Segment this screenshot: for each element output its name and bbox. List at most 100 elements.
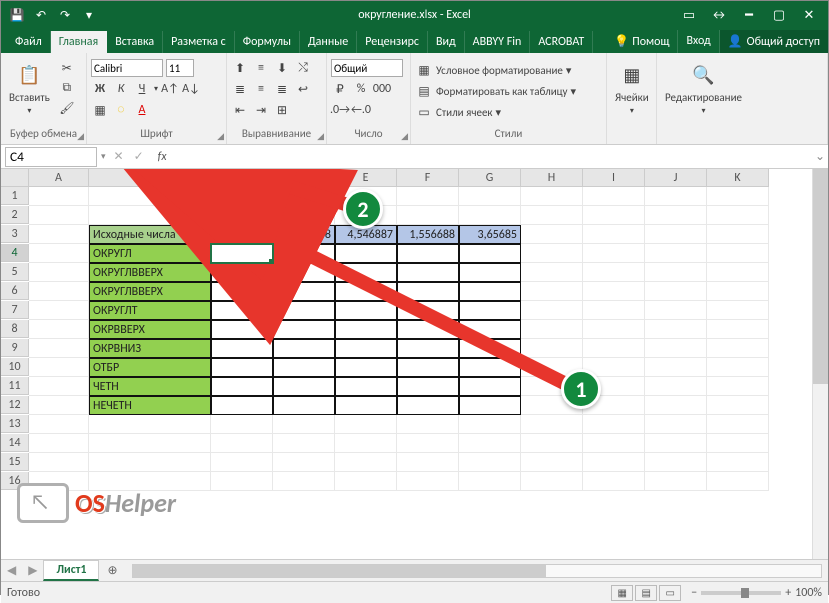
fx-icon[interactable]: fx <box>154 150 171 164</box>
tab-layout[interactable]: Разметка с <box>163 31 235 53</box>
cell[interactable] <box>707 282 769 301</box>
increase-indent-icon[interactable]: ⇥ <box>252 101 270 119</box>
cell[interactable] <box>707 415 769 434</box>
format-painter-icon[interactable]: 🖌 <box>58 99 76 117</box>
fill-color-icon[interactable]: ◌ <box>112 101 130 119</box>
underline-button[interactable]: Ч <box>133 80 151 98</box>
cell-styles-button[interactable]: ▭Стили ячеек ▾ <box>415 103 501 121</box>
cell[interactable] <box>707 453 769 472</box>
share-button[interactable]: 👤 Общий доступ <box>720 30 828 53</box>
sheet-nav-next-icon[interactable]: ▶ <box>22 563 43 578</box>
paste-button[interactable]: 📋 Вставить▾ <box>5 59 54 118</box>
cancel-formula-icon[interactable]: ✕ <box>114 149 124 164</box>
dialog-launcher-icon[interactable]: ◢ <box>401 131 408 142</box>
tab-data[interactable]: Данные <box>300 31 357 53</box>
merge-icon[interactable]: ⊞ <box>273 101 291 119</box>
page-break-view-icon[interactable]: ▭ <box>659 585 681 601</box>
enter-formula-icon[interactable]: ✓ <box>134 149 144 164</box>
redo-icon[interactable]: ↷ <box>57 8 73 23</box>
borders-icon[interactable]: ▦ <box>91 101 109 119</box>
sheet-tab[interactable]: Лист1 <box>43 560 99 581</box>
minimize-icon[interactable]: ━ <box>740 8 758 23</box>
copy-icon[interactable]: ⧉ <box>58 79 76 97</box>
increase-decimal-icon[interactable]: .0→ <box>331 101 349 119</box>
cell[interactable] <box>707 339 769 358</box>
normal-view-icon[interactable]: ▦ <box>611 585 633 601</box>
editing-button[interactable]: 🔍Редактирование▾ <box>661 59 746 118</box>
font-name-input[interactable] <box>91 59 163 77</box>
increase-font-icon[interactable]: A↑ <box>161 80 179 98</box>
align-left-icon[interactable]: ≣ <box>231 80 249 98</box>
cells-button[interactable]: ▦Ячейки▾ <box>611 59 653 118</box>
tab-review[interactable]: Рецензирс <box>357 31 428 53</box>
align-right-icon[interactable]: ≣ <box>273 80 291 98</box>
dialog-launcher-icon[interactable]: ◢ <box>317 131 324 142</box>
vertical-scrollbar[interactable] <box>812 169 828 559</box>
tab-home[interactable]: Главная <box>51 31 107 53</box>
tab-insert[interactable]: Вставка <box>107 31 163 53</box>
tell-me[interactable]: 💡 Помощ <box>606 30 678 53</box>
decrease-font-icon[interactable]: A↓ <box>182 80 200 98</box>
zoom-level[interactable]: 100% <box>795 586 822 600</box>
align-top-icon[interactable]: ⬆ <box>231 59 249 77</box>
cell[interactable] <box>707 434 769 453</box>
ribbon-options-icon[interactable]: ▭ <box>680 8 698 23</box>
expand-formula-bar-icon[interactable]: ⌄ <box>812 149 828 164</box>
tab-abbyy[interactable]: ABBYY Fin <box>465 31 531 53</box>
zoom-slider[interactable] <box>701 591 781 595</box>
tab-file[interactable]: Файл <box>7 31 51 53</box>
cell[interactable] <box>707 358 769 377</box>
align-middle-icon[interactable]: ≡ <box>252 59 270 77</box>
cut-icon[interactable]: ✂ <box>58 59 76 77</box>
orientation-icon[interactable]: ⤭ <box>294 59 312 77</box>
cell[interactable] <box>707 396 769 415</box>
dialog-launcher-icon[interactable]: ◢ <box>217 131 224 142</box>
save-icon[interactable]: 💾 <box>9 8 25 23</box>
page-layout-view-icon[interactable]: ▤ <box>635 585 657 601</box>
maximize-icon[interactable]: ▢ <box>770 8 788 23</box>
zoom-out-icon[interactable]: − <box>691 586 697 600</box>
italic-button[interactable]: К <box>112 80 130 98</box>
formula-bar[interactable] <box>179 147 812 167</box>
cell[interactable] <box>707 225 769 244</box>
number-format-select[interactable] <box>331 59 403 77</box>
decrease-indent-icon[interactable]: ⇤ <box>231 101 249 119</box>
cell[interactable] <box>707 320 769 339</box>
align-center-icon[interactable]: ≡ <box>252 80 270 98</box>
close-icon[interactable]: ✕ <box>800 8 818 23</box>
horizontal-scrollbar[interactable] <box>132 564 822 578</box>
comma-icon[interactable]: 000 <box>373 80 391 98</box>
name-box[interactable] <box>5 147 97 167</box>
tab-formulas[interactable]: Формулы <box>235 31 300 53</box>
percent-icon[interactable]: % <box>352 80 370 98</box>
cell[interactable] <box>707 263 769 282</box>
cell[interactable] <box>707 206 769 225</box>
format-as-table-button[interactable]: ▤Форматировать как таблицу ▾ <box>415 82 576 100</box>
col-header[interactable]: K <box>707 169 769 187</box>
conditional-formatting-button[interactable]: ▦Условное форматирование ▾ <box>415 61 571 79</box>
cell[interactable] <box>707 187 769 206</box>
cell[interactable] <box>707 244 769 263</box>
cell[interactable] <box>707 301 769 320</box>
currency-icon[interactable]: ₽ <box>331 80 349 98</box>
font-size-input[interactable] <box>166 59 194 77</box>
wrap-text-icon[interactable]: ↩ <box>294 80 312 98</box>
sign-in[interactable]: Вход <box>678 30 719 53</box>
touch-mode-icon[interactable]: ↔ <box>710 8 728 23</box>
sheet-nav-prev-icon[interactable]: ◀ <box>1 563 22 578</box>
add-sheet-icon[interactable]: ⊕ <box>99 563 125 578</box>
cell[interactable] <box>707 472 769 491</box>
cell[interactable] <box>211 244 273 263</box>
dialog-launcher-icon[interactable]: ◢ <box>77 131 84 142</box>
align-bottom-icon[interactable]: ⬇ <box>273 59 291 77</box>
bold-button[interactable]: Ж <box>91 80 109 98</box>
cell[interactable] <box>707 377 769 396</box>
zoom-in-icon[interactable]: + <box>785 586 791 600</box>
qat-customize-icon[interactable]: ▾ <box>81 8 97 23</box>
decrease-decimal-icon[interactable]: ←.0 <box>352 101 370 119</box>
undo-icon[interactable]: ↶ <box>33 8 49 23</box>
font-color-icon[interactable]: A <box>133 101 151 119</box>
tab-view[interactable]: Вид <box>428 31 465 53</box>
group-number: ₽ % 000 .0→ ←.0 Число ◢ <box>327 53 411 144</box>
tab-acrobat[interactable]: ACROBAT <box>530 31 593 53</box>
